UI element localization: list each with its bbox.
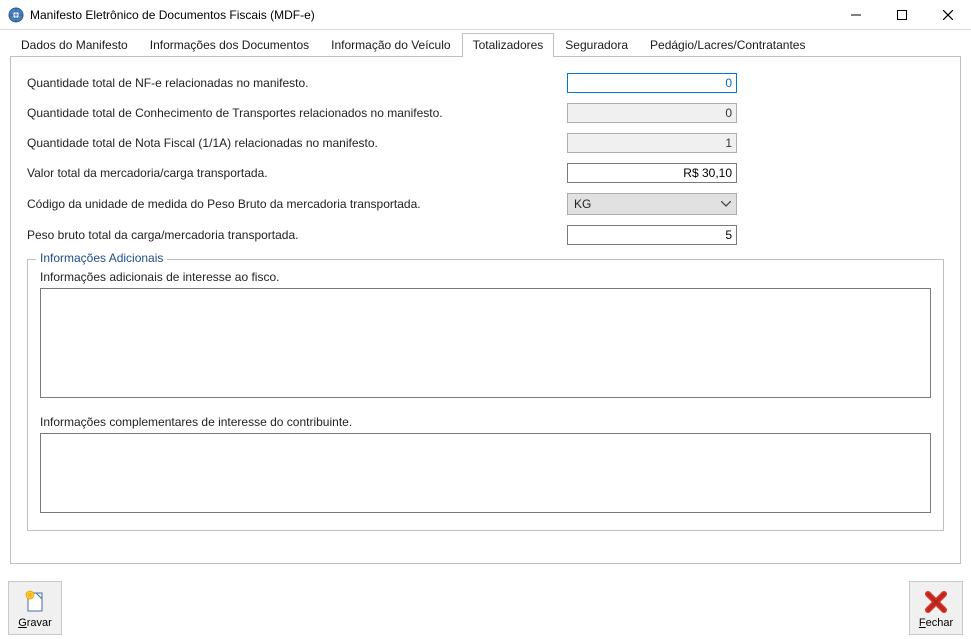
label-qtd-cte: Quantidade total de Conhecimento de Tran…	[27, 106, 567, 120]
input-qtd-nfe[interactable]	[567, 73, 737, 93]
tab-totalizadores[interactable]: Totalizadores	[462, 33, 555, 57]
tab-dados-manifesto[interactable]: Dados do Manifesto	[10, 33, 139, 57]
tabstrip: Dados do Manifesto Informações dos Docum…	[0, 30, 971, 56]
tab-seguradora[interactable]: Seguradora	[554, 33, 639, 57]
fieldset-informacoes-adicionais: Informações Adicionais Informações adici…	[27, 259, 944, 531]
label-info-contribuinte: Informações complementares de interesse …	[40, 415, 931, 429]
maximize-button[interactable]	[879, 0, 925, 29]
row-qtd-cte: Quantidade total de Conhecimento de Tran…	[27, 103, 944, 123]
window-title: Manifesto Eletrônico de Documentos Fisca…	[30, 8, 833, 22]
bottom-toolbar: Gravar Fechar	[0, 581, 971, 639]
row-valor-total: Valor total da mercadoria/carga transpor…	[27, 163, 944, 183]
new-document-icon	[21, 588, 49, 616]
textarea-info-fisco[interactable]	[40, 288, 931, 398]
close-button[interactable]	[925, 0, 971, 29]
label-info-fisco: Informações adicionais de interesse ao f…	[40, 270, 931, 284]
legend-informacoes-adicionais: Informações Adicionais	[36, 251, 167, 265]
input-qtd-nf[interactable]	[567, 133, 737, 153]
label-valor-total: Valor total da mercadoria/carga transpor…	[27, 166, 567, 180]
combo-unidade-peso[interactable]: KG	[567, 193, 737, 215]
fechar-button-label: Fechar	[919, 617, 953, 629]
chevron-down-icon	[720, 198, 732, 210]
label-qtd-nf: Quantidade total de Nota Fiscal (1/1A) r…	[27, 136, 567, 150]
input-qtd-cte[interactable]	[567, 103, 737, 123]
titlebar: Manifesto Eletrônico de Documentos Fisca…	[0, 0, 971, 30]
label-qtd-nfe: Quantidade total de NF-e relacionadas no…	[27, 76, 567, 90]
input-valor-total[interactable]	[567, 163, 737, 183]
client-area: Dados do Manifesto Informações dos Docum…	[0, 30, 971, 639]
row-qtd-nfe: Quantidade total de NF-e relacionadas no…	[27, 73, 944, 93]
window-controls	[833, 0, 971, 29]
label-unidade-peso: Código da unidade de medida do Peso Brut…	[27, 197, 567, 211]
tabpanel-totalizadores: Quantidade total de NF-e relacionadas no…	[10, 56, 961, 564]
tab-informacao-veiculo[interactable]: Informação do Veículo	[320, 33, 461, 57]
gravar-button-label: Gravar	[18, 617, 52, 629]
textarea-info-contribuinte[interactable]	[40, 433, 931, 513]
tab-pedagio-lacres[interactable]: Pedágio/Lacres/Contratantes	[639, 33, 816, 57]
gravar-button[interactable]: Gravar	[8, 581, 62, 635]
combo-unidade-peso-value: KG	[574, 197, 720, 211]
app-icon	[8, 7, 24, 23]
row-qtd-nf: Quantidade total de Nota Fiscal (1/1A) r…	[27, 133, 944, 153]
close-x-icon	[922, 588, 950, 616]
row-peso-bruto: Peso bruto total da carga/mercadoria tra…	[27, 225, 944, 245]
minimize-button[interactable]	[833, 0, 879, 29]
tab-informacoes-documentos[interactable]: Informações dos Documentos	[139, 33, 320, 57]
label-peso-bruto: Peso bruto total da carga/mercadoria tra…	[27, 228, 567, 242]
row-unidade-peso: Código da unidade de medida do Peso Brut…	[27, 193, 944, 215]
fechar-button[interactable]: Fechar	[909, 581, 963, 635]
input-peso-bruto[interactable]	[567, 225, 737, 245]
